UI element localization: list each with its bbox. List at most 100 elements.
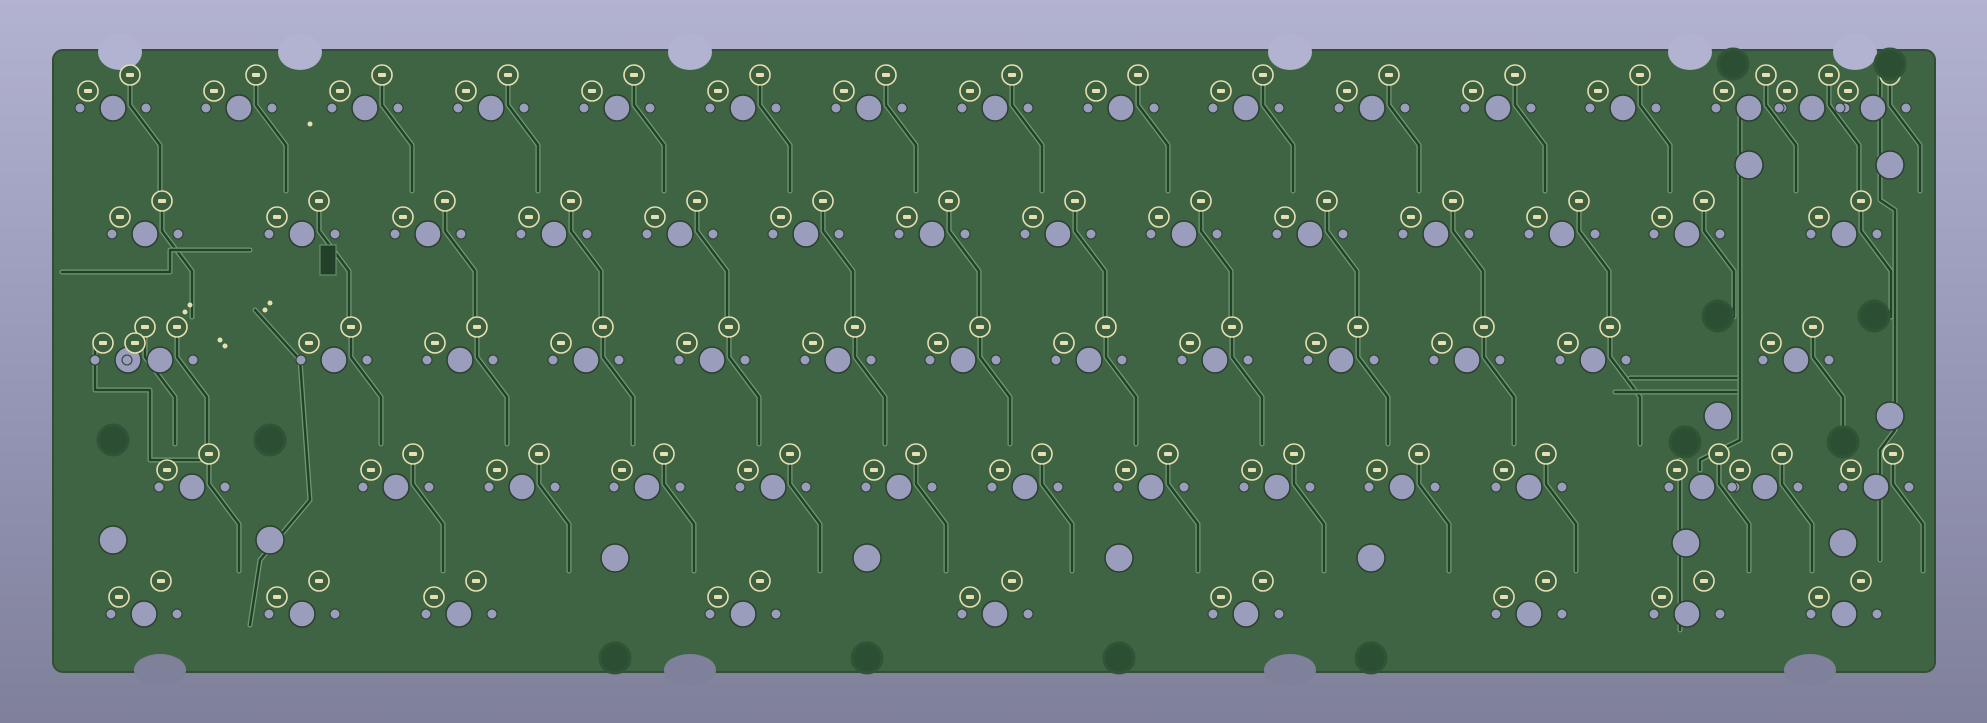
switch-peg-hole-left	[1271, 228, 1283, 240]
pad-slot	[945, 199, 953, 203]
switch-center-hole	[633, 473, 661, 501]
stabilizer-hole	[1104, 543, 1134, 573]
switch-center-hole	[981, 94, 1009, 122]
switch-center-hole	[99, 94, 127, 122]
switch-peg-hole-left	[389, 228, 401, 240]
switch-peg-hole-right	[486, 608, 498, 620]
pad-slot	[1092, 89, 1100, 93]
pad-slot	[714, 89, 722, 93]
pad-slot	[431, 341, 439, 345]
switch-peg-hole-right	[1052, 481, 1064, 493]
switch-center-hole	[1232, 600, 1260, 628]
switch-peg-hole-right	[392, 102, 404, 114]
pad-slot	[163, 468, 171, 472]
pad-slot	[966, 595, 974, 599]
switch-center-hole	[1688, 473, 1716, 501]
pad-slot	[996, 468, 1004, 472]
pad-slot	[1500, 595, 1508, 599]
bottom-edge-notch	[1264, 654, 1316, 686]
stabilizer-hole	[1356, 543, 1386, 573]
switch-center-hole	[1358, 94, 1386, 122]
switch-peg-hole-right	[518, 102, 530, 114]
pad-slot	[1071, 199, 1079, 203]
pad-slot	[173, 325, 181, 329]
switch-center-hole	[477, 94, 505, 122]
switch-center-hole	[1515, 473, 1543, 501]
pad-slot	[966, 89, 974, 93]
switch-peg-hole-right	[865, 354, 877, 366]
switch-center-hole	[225, 94, 253, 122]
stabilizer-hole	[1703, 401, 1733, 431]
switch-center-hole	[1673, 600, 1701, 628]
pad-slot	[1060, 341, 1068, 345]
pad-slot	[205, 452, 213, 456]
switch-center-hole	[1782, 346, 1810, 374]
switch-peg-hole-right	[1463, 228, 1475, 240]
switch-peg-hole-left	[767, 228, 779, 240]
pad-slot	[1636, 73, 1644, 77]
pad-slot	[1217, 89, 1225, 93]
switch-peg-hole-right	[1242, 354, 1254, 366]
switch-peg-hole-left	[1207, 608, 1219, 620]
switch-peg-hole-left	[1726, 481, 1738, 493]
switch-peg-hole-left	[420, 608, 432, 620]
switch-peg-hole-right	[1085, 228, 1097, 240]
switch-peg-hole-right	[990, 354, 1002, 366]
pad-slot	[1008, 73, 1016, 77]
pad-slot	[756, 73, 764, 77]
top-edge-notch	[1668, 34, 1712, 70]
switch-peg-hole-left	[295, 354, 307, 366]
mounting-hole	[1826, 425, 1860, 459]
pad-slot	[305, 341, 313, 345]
pad-slot	[882, 73, 890, 77]
switch-peg-hole-left	[608, 481, 620, 493]
pad-slot	[744, 468, 752, 472]
switch-peg-hole-right	[833, 228, 845, 240]
pad-slot	[870, 468, 878, 472]
mcu-chip	[319, 244, 337, 276]
pcb-3d-viewer[interactable]	[0, 0, 1987, 723]
switch-center-hole	[130, 600, 158, 628]
pad-slot	[504, 73, 512, 77]
switch-peg-hole-left	[1834, 102, 1846, 114]
pad-slot	[809, 341, 817, 345]
switch-center-hole	[666, 220, 694, 248]
pad-slot	[1658, 215, 1666, 219]
pad-slot	[1449, 199, 1457, 203]
pad-slot	[367, 468, 375, 472]
switch-peg-hole-right	[644, 102, 656, 114]
switch-center-hole	[759, 473, 787, 501]
switch-center-hole	[1798, 94, 1826, 122]
switch-peg-hole-right	[1273, 102, 1285, 114]
pad-slot	[1778, 452, 1786, 456]
switch-peg-hole-right	[959, 228, 971, 240]
via	[222, 343, 228, 349]
pad-slot	[1857, 199, 1865, 203]
pad-slot	[1259, 579, 1267, 583]
switch-center-hole	[1453, 346, 1481, 374]
pad-slot	[347, 325, 355, 329]
switch-peg-hole-left	[1554, 354, 1566, 366]
pad-slot	[535, 452, 543, 456]
switch-peg-hole-left	[986, 481, 998, 493]
switch-peg-hole-right	[1792, 481, 1804, 493]
stabilizer-hole	[1734, 150, 1764, 180]
switch-center-hole	[1296, 220, 1324, 248]
pad-slot	[1762, 73, 1770, 77]
switch-peg-hole-left	[924, 354, 936, 366]
pcb-render[interactable]	[0, 0, 1987, 723]
switch-peg-hole-right	[172, 228, 184, 240]
switch-center-hole	[1232, 94, 1260, 122]
pad-slot	[1469, 89, 1477, 93]
switch-peg-hole-left	[1648, 608, 1660, 620]
switch-peg-hole-right	[266, 102, 278, 114]
switch-center-hole	[1075, 346, 1103, 374]
switch-center-hole	[1388, 473, 1416, 501]
pad-slot	[588, 89, 596, 93]
switch-peg-hole-left	[263, 228, 275, 240]
switch-center-hole	[1484, 94, 1512, 122]
switch-center-hole	[131, 220, 159, 248]
switch-peg-hole-left	[1805, 608, 1817, 620]
pad-slot	[840, 89, 848, 93]
switch-peg-hole-right	[329, 608, 341, 620]
